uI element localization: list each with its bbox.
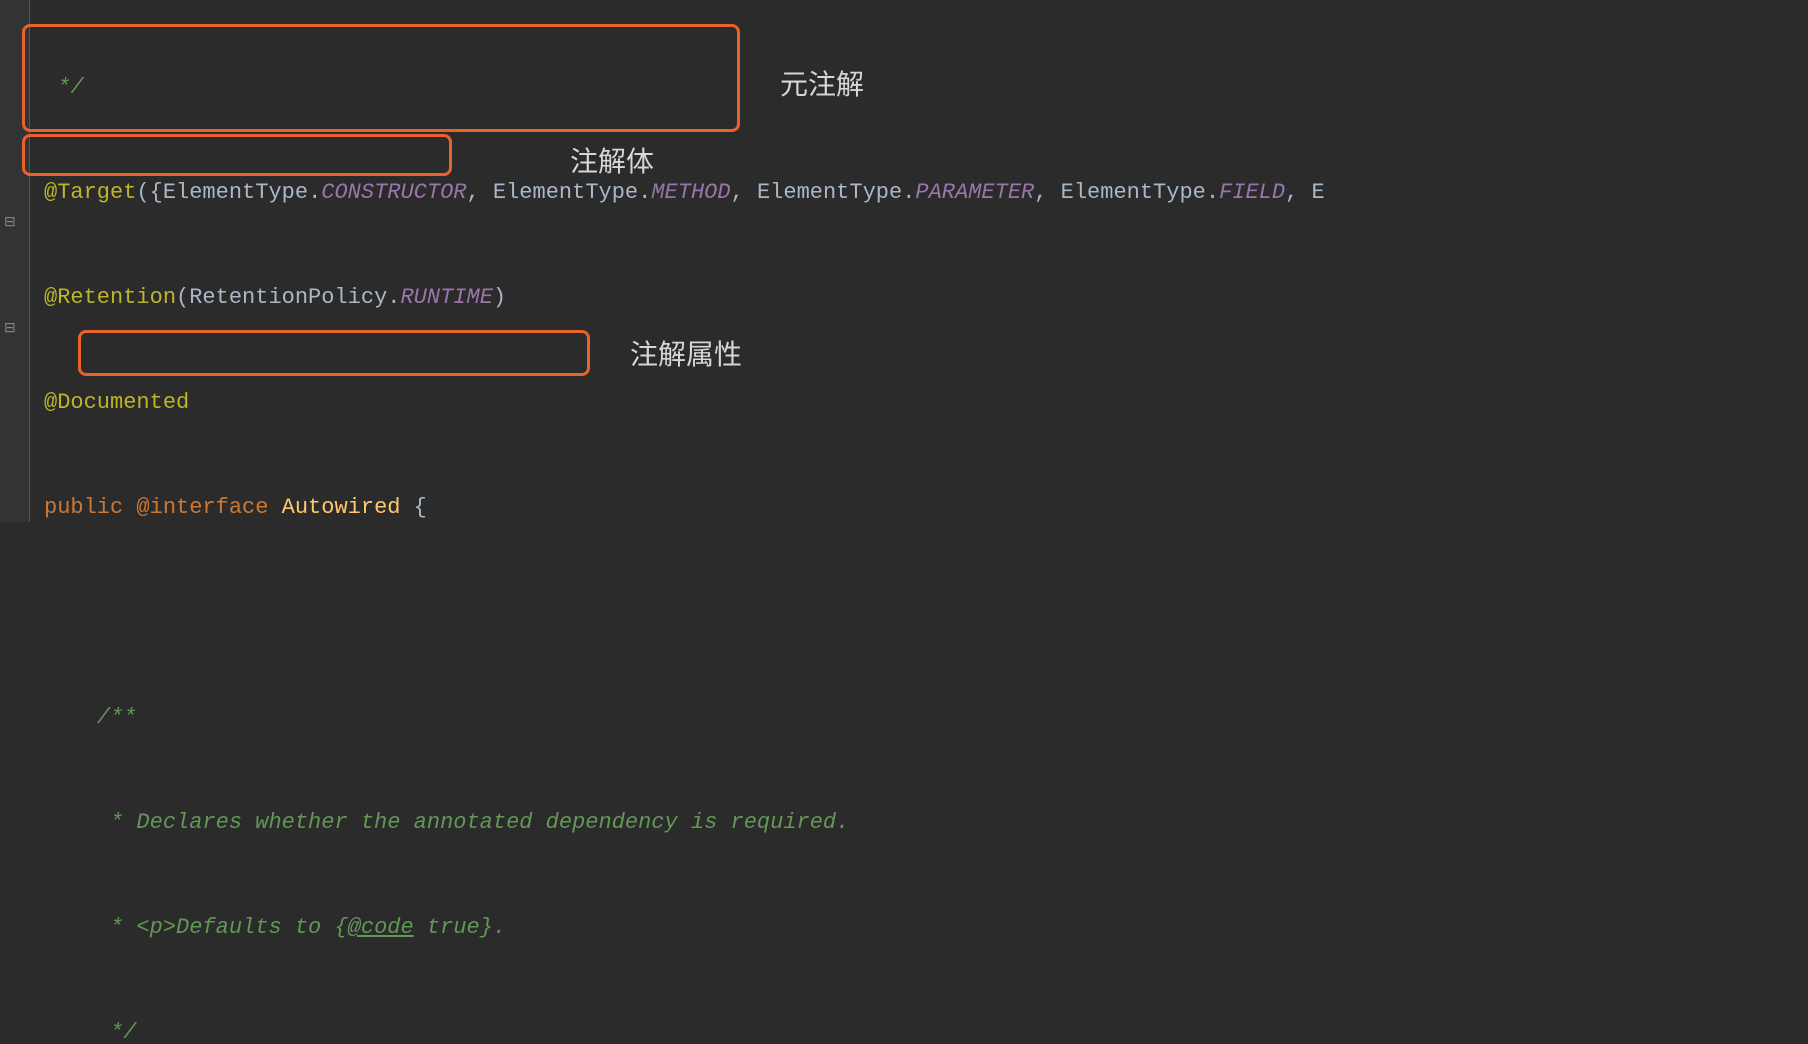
label-annotation-body: 注解体 xyxy=(570,140,654,180)
annotation-target: @Target xyxy=(44,180,136,205)
fold-icon[interactable]: ⊟ xyxy=(4,320,20,336)
code-line: */ xyxy=(30,1015,1808,1044)
label-annotation-attribute: 注解属性 xyxy=(630,333,742,373)
annotation-retention: @Retention xyxy=(44,285,176,310)
code-line: /** xyxy=(30,700,1808,735)
code-line: * Declares whether the annotated depende… xyxy=(30,805,1808,840)
code-line: * <p>Defaults to {@code true}. xyxy=(30,910,1808,945)
fold-icon[interactable]: ⊟ xyxy=(4,214,20,230)
comment-text: */ xyxy=(44,75,84,100)
code-line: @Target({ElementType.CONSTRUCTOR, Elemen… xyxy=(30,175,1808,210)
annotation-documented: @Documented xyxy=(44,390,189,415)
interface-name: Autowired xyxy=(282,495,401,520)
label-meta-annotation: 元注解 xyxy=(780,63,864,103)
code-line: */ xyxy=(30,70,1808,105)
code-editor[interactable]: */ @Target({ElementType.CONSTRUCTOR, Ele… xyxy=(30,0,1808,1044)
code-line: @Retention(RetentionPolicy.RUNTIME) xyxy=(30,280,1808,315)
editor-gutter: ⊟ ⊟ xyxy=(0,0,30,522)
code-line: @Documented xyxy=(30,385,1808,420)
code-line: public @interface Autowired { xyxy=(30,490,1808,525)
code-line xyxy=(30,595,1808,630)
